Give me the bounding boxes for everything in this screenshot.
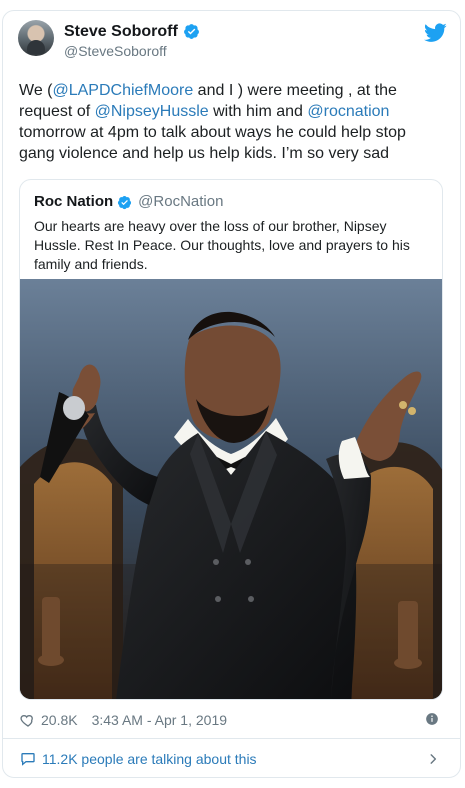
tweet-text: We (@LAPDChiefMoore and I ) were meeting… <box>19 80 429 164</box>
tweet-text-middle-2: with him and <box>208 103 308 120</box>
author-handle[interactable]: @SteveSoboroff <box>64 42 167 60</box>
tweet-meta: 20.8K 3:43 AM - Apr 1, 2019 <box>20 709 440 731</box>
likes-count[interactable]: 20.8K <box>41 712 78 728</box>
verified-badge-icon <box>183 24 199 39</box>
tweet-timestamp[interactable]: 3:43 AM - Apr 1, 2019 <box>92 712 227 728</box>
footer-divider <box>2 738 461 739</box>
tweet-text-suffix: tomorrow at 4pm to talk about ways he co… <box>19 124 406 162</box>
speech-bubble-icon <box>21 753 35 766</box>
info-icon[interactable] <box>425 712 439 726</box>
quoted-tweet-header: Roc Nation @RocNation <box>34 193 223 211</box>
verified-badge-icon <box>118 195 132 209</box>
author-name-row[interactable]: Steve Soboroff <box>64 21 200 42</box>
quoted-author-handle[interactable]: @RocNation <box>138 193 223 211</box>
quoted-author-name[interactable]: Roc Nation <box>34 193 113 211</box>
tweet-text-prefix: We ( <box>19 82 53 99</box>
mention-rocnation[interactable]: @rocnation <box>307 103 389 120</box>
quoted-tweet-text: Our hearts are heavy over the loss of ou… <box>34 218 410 272</box>
performer-photo-illustration <box>20 279 442 699</box>
quoted-tweet[interactable]: Roc Nation @RocNation Our hearts are hea… <box>19 179 443 700</box>
heart-icon[interactable] <box>20 712 36 728</box>
chevron-right-icon[interactable] <box>426 752 440 766</box>
twitter-bird-icon[interactable] <box>424 21 447 44</box>
tweet-header: Steve Soboroff @SteveSoboroff <box>18 20 447 64</box>
avatar[interactable] <box>18 20 54 56</box>
mention-nipseyhussle[interactable]: @NipseyHussle <box>95 103 209 120</box>
quoted-tweet-photo[interactable] <box>20 279 442 699</box>
conversation-link[interactable]: 11.2K people are talking about this <box>20 748 440 770</box>
author-name[interactable]: Steve Soboroff <box>64 22 178 42</box>
conversation-text[interactable]: 11.2K people are talking about this <box>42 751 257 767</box>
mention-lapdchiefmoore[interactable]: @LAPDChiefMoore <box>52 82 193 99</box>
